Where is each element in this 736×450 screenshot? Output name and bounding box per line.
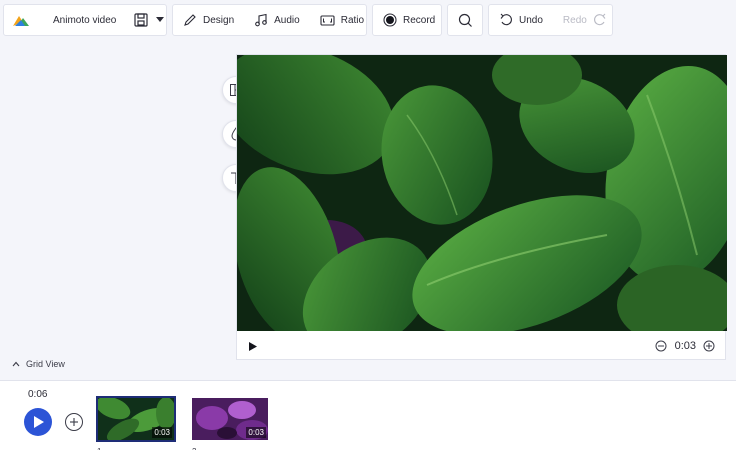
redo-icon	[593, 13, 606, 26]
undo-button[interactable]: Undo	[489, 5, 553, 35]
pencil-icon	[184, 14, 196, 26]
search-icon	[458, 13, 472, 27]
search-button[interactable]	[458, 5, 473, 35]
caret-down-icon	[156, 17, 165, 22]
zoom-in-icon[interactable]	[703, 340, 715, 352]
play-all-button[interactable]	[24, 408, 52, 436]
grid-view-toggle[interactable]: Grid View	[12, 359, 65, 369]
scene-thumbnail-1[interactable]: 0:03	[96, 396, 176, 442]
timeline: 0:06 0:03 1 0:03 2	[0, 380, 736, 450]
record-icon	[383, 13, 397, 27]
zoom-out-icon[interactable]	[655, 340, 667, 352]
project-title: Animoto video	[53, 14, 117, 26]
music-note-icon	[255, 13, 267, 27]
total-time: 0:06	[28, 389, 48, 400]
save-dropdown-button[interactable]	[126, 5, 178, 35]
undo-icon	[500, 13, 512, 26]
ratio-button[interactable]: Ratio	[310, 5, 374, 35]
scene-duration-badge: 0:03	[152, 427, 172, 438]
scene-duration-badge: 0:03	[246, 427, 266, 438]
audio-label: Audio	[274, 14, 300, 26]
record-group: Record	[372, 4, 442, 36]
player-controls: 0:03	[237, 331, 727, 361]
plus-icon	[70, 418, 78, 426]
animoto-logo-button[interactable]	[4, 5, 43, 35]
animoto-logo-icon	[13, 16, 29, 26]
undo-label: Undo	[519, 14, 543, 26]
project-title-button[interactable]: Animoto video	[43, 5, 126, 35]
audio-button[interactable]: Audio	[244, 5, 310, 35]
project-group: Animoto video	[3, 4, 167, 36]
ratio-icon	[320, 14, 335, 26]
play-icon[interactable]	[249, 341, 257, 351]
redo-button[interactable]: Redo	[553, 5, 617, 35]
basil-leaves-image	[237, 55, 727, 331]
top-toolbar: Animoto video Design Audio Ratio Record …	[0, 0, 736, 40]
video-preview: 0:03	[236, 54, 727, 361]
design-group: Design Audio Ratio	[172, 4, 367, 36]
record-label: Record	[403, 14, 436, 26]
record-button[interactable]: Record	[373, 5, 445, 35]
add-scene-button[interactable]	[65, 413, 83, 431]
design-label: Design	[203, 14, 235, 26]
grid-view-label: Grid View	[26, 359, 65, 369]
save-icon	[134, 13, 148, 27]
redo-label: Redo	[562, 14, 587, 26]
ratio-label: Ratio	[340, 14, 365, 26]
scene-thumbnail-2[interactable]: 0:03	[192, 398, 268, 440]
chevron-up-icon	[12, 361, 20, 367]
history-group: Undo Redo	[488, 4, 613, 36]
scene-duration: 0:03	[674, 340, 696, 352]
play-icon	[34, 416, 44, 428]
design-button[interactable]: Design	[173, 5, 244, 35]
search-group	[447, 4, 483, 36]
